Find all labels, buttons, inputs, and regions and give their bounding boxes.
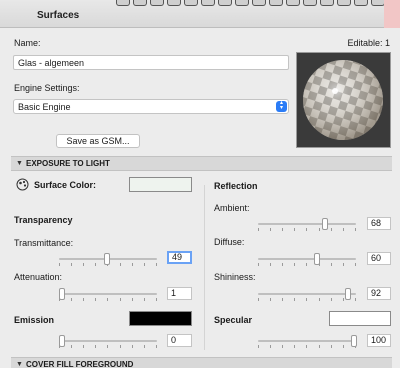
ambient-label: Ambient:: [214, 203, 250, 213]
cover-fill-header-label: COVER FILL FOREGROUND: [26, 360, 134, 368]
diffuse-slider[interactable]: [258, 253, 356, 266]
transmittance-input[interactable]: 49: [167, 251, 192, 264]
shininess-input[interactable]: 92: [367, 287, 391, 300]
shininess-slider[interactable]: [258, 288, 356, 301]
toolbar-icons-cropped: [116, 0, 400, 7]
engine-select[interactable]: Basic Engine ▴ ▾: [13, 99, 289, 114]
engine-select-value: Basic Engine: [18, 102, 71, 112]
specular-color-swatch[interactable]: [329, 311, 391, 326]
cover-fill-foreground-header[interactable]: ▼ COVER FILL FOREGROUND: [11, 357, 392, 368]
editable-count: Editable: 1: [347, 38, 390, 48]
shininess-label: Shininess:: [214, 272, 256, 282]
diffuse-input[interactable]: 60: [367, 252, 391, 265]
triangle-down-icon: ▼: [16, 160, 23, 167]
exposure-to-light-header[interactable]: ▼ EXPOSURE TO LIGHT: [11, 156, 392, 171]
specular-input[interactable]: 100: [367, 334, 391, 347]
ambient-slider-knob[interactable]: [322, 218, 328, 230]
transmittance-slider-knob[interactable]: [104, 253, 110, 265]
transmittance-label: Transmittance:: [14, 238, 74, 248]
surface-color-swatch[interactable]: [129, 177, 192, 192]
diffuse-slider-knob[interactable]: [314, 253, 320, 265]
attenuation-slider-knob[interactable]: [59, 288, 65, 300]
transparency-heading: Transparency: [14, 215, 73, 225]
engine-settings-label: Engine Settings:: [14, 83, 80, 93]
updown-chevron-icon: ▴ ▾: [276, 100, 287, 112]
specular-heading: Specular: [214, 315, 253, 325]
triangle-down-icon: ▼: [16, 361, 23, 368]
diffuse-label: Diffuse:: [214, 237, 245, 247]
exposure-header-label: EXPOSURE TO LIGHT: [26, 159, 110, 168]
ambient-slider[interactable]: [258, 218, 356, 231]
surface-color-label: Surface Color:: [34, 180, 97, 190]
surface-name-input[interactable]: Glas - algemeen: [13, 55, 289, 70]
attenuation-label: Attenuation:: [14, 272, 63, 282]
name-label: Name:: [14, 38, 41, 48]
shininess-slider-knob[interactable]: [345, 288, 351, 300]
transmittance-slider[interactable]: [59, 253, 157, 266]
palette-icon: [16, 178, 29, 193]
save-as-gsm-button[interactable]: Save as GSM...: [56, 134, 140, 148]
material-preview: [296, 52, 391, 148]
column-divider: [204, 185, 205, 350]
emission-slider[interactable]: [59, 335, 157, 348]
specular-slider-knob[interactable]: [351, 335, 357, 347]
emission-input[interactable]: 0: [167, 334, 192, 347]
specular-slider[interactable]: [258, 335, 357, 348]
attenuation-slider[interactable]: [59, 288, 157, 301]
emission-slider-knob[interactable]: [59, 335, 65, 347]
emission-heading: Emission: [14, 315, 55, 325]
reflection-heading: Reflection: [214, 181, 258, 191]
window-title: Surfaces: [37, 10, 80, 21]
ambient-input[interactable]: 68: [367, 217, 391, 230]
attenuation-input[interactable]: 1: [167, 287, 192, 300]
emission-color-swatch[interactable]: [129, 311, 192, 326]
window-corner-accent: [384, 0, 400, 28]
